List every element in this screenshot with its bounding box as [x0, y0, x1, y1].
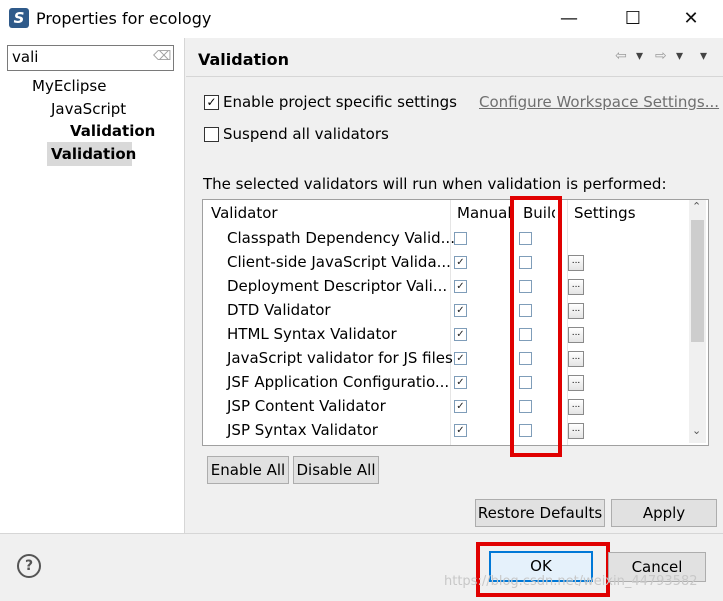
- manual-checkbox[interactable]: ✓: [454, 376, 467, 389]
- build-column-highlight-box: [510, 196, 562, 457]
- minimize-button[interactable]: —: [546, 4, 592, 34]
- manual-checkbox[interactable]: [454, 232, 467, 245]
- validator-name: HTML Syntax Validator: [227, 325, 397, 343]
- manual-checkbox[interactable]: ✓: [454, 424, 467, 437]
- manual-checkbox[interactable]: ✓: [454, 256, 467, 269]
- watermark: https://blog.csdn.net/weixin_44793582: [444, 574, 698, 589]
- tree-item-myeclipse[interactable]: MyEclipse: [32, 77, 106, 95]
- settings-button[interactable]: ...: [568, 327, 584, 343]
- validator-name: Deployment Descriptor Vali...: [227, 277, 448, 295]
- table-row[interactable]: Client-side JavaScript Valida... ✓...: [203, 250, 690, 274]
- window-title: Properties for ecology: [36, 9, 212, 28]
- manual-checkbox[interactable]: ✓: [454, 280, 467, 293]
- clear-filter-icon[interactable]: ⌫: [153, 49, 171, 65]
- page-title: Validation: [198, 50, 290, 69]
- table-row[interactable]: JSF Application Configuratio... ✓...: [203, 370, 690, 394]
- suspend-all-label: Suspend all validators: [223, 125, 389, 143]
- tree-item-validation[interactable]: Validation: [51, 145, 136, 163]
- validators-table[interactable]: Validator Manual Build Settings Classpat…: [202, 199, 709, 446]
- validator-name: Classpath Dependency Valid...: [227, 229, 455, 247]
- manual-checkbox[interactable]: ✓: [454, 328, 467, 341]
- validator-name: DTD Validator: [227, 301, 331, 319]
- filter-text: vali: [12, 48, 39, 66]
- table-row[interactable]: Deployment Descriptor Vali... ✓...: [203, 274, 690, 298]
- scroll-up-icon[interactable]: ⌃: [692, 200, 701, 213]
- table-row[interactable]: JavaScript validator for JS files ✓...: [203, 346, 690, 370]
- back-arrow-icon[interactable]: ⇦: [615, 48, 627, 64]
- header-validator[interactable]: Validator: [211, 204, 278, 222]
- table-row[interactable]: JSP Syntax Validator ✓...: [203, 418, 690, 442]
- view-menu-icon[interactable]: ▾: [700, 48, 707, 64]
- apply-button[interactable]: Apply: [611, 499, 717, 527]
- validators-description: The selected validators will run when va…: [203, 175, 667, 193]
- back-menu-icon[interactable]: ▾: [636, 48, 643, 64]
- tree-item-javascript-validation[interactable]: Validation: [70, 122, 155, 140]
- header-settings[interactable]: Settings: [574, 204, 636, 222]
- manual-checkbox[interactable]: ✓: [454, 352, 467, 365]
- close-button[interactable]: ✕: [668, 4, 714, 34]
- enable-specific-label: Enable project specific settings: [223, 93, 457, 111]
- table-scrollbar[interactable]: ⌃ ⌄: [689, 200, 706, 443]
- scroll-down-icon[interactable]: ⌄: [692, 424, 701, 437]
- settings-button[interactable]: ...: [568, 255, 584, 271]
- filter-input[interactable]: vali ⌫: [7, 45, 174, 71]
- footer-divider: [0, 533, 723, 534]
- settings-button[interactable]: ...: [568, 399, 584, 415]
- validator-name: JSP Syntax Validator: [227, 421, 378, 439]
- app-icon: S: [9, 8, 29, 28]
- settings-button[interactable]: ...: [568, 351, 584, 367]
- title-bar: S Properties for ecology — ☐ ✕: [0, 0, 723, 38]
- manual-checkbox[interactable]: ✓: [454, 304, 467, 317]
- enable-all-button[interactable]: Enable All: [207, 456, 289, 484]
- manual-checkbox[interactable]: ✓: [454, 400, 467, 413]
- table-row[interactable]: DTD Validator ✓...: [203, 298, 690, 322]
- settings-button[interactable]: ...: [568, 303, 584, 319]
- forward-arrow-icon[interactable]: ⇨: [655, 48, 667, 64]
- settings-button[interactable]: ...: [568, 375, 584, 391]
- restore-defaults-button[interactable]: Restore Defaults: [475, 499, 605, 527]
- maximize-button[interactable]: ☐: [610, 4, 656, 34]
- configure-workspace-link[interactable]: Configure Workspace Settings...: [479, 93, 719, 111]
- table-row[interactable]: HTML Syntax Validator ✓...: [203, 322, 690, 346]
- header-manual[interactable]: Manual: [457, 204, 512, 222]
- title-divider: [186, 76, 723, 77]
- validator-name: Client-side JavaScript Valida...: [227, 253, 451, 271]
- scroll-thumb[interactable]: [691, 220, 704, 342]
- settings-button[interactable]: ...: [568, 423, 584, 439]
- suspend-all-checkbox[interactable]: [204, 127, 219, 142]
- enable-specific-checkbox[interactable]: ✓: [204, 95, 219, 110]
- validator-name: JSP Content Validator: [227, 397, 386, 415]
- settings-button[interactable]: ...: [568, 279, 584, 295]
- validator-name: JSF Application Configuratio...: [227, 373, 450, 391]
- help-icon[interactable]: ?: [17, 554, 41, 578]
- tree-item-javascript[interactable]: JavaScript: [51, 100, 126, 118]
- disable-all-button[interactable]: Disable All: [293, 456, 379, 484]
- table-row[interactable]: JSP Content Validator ✓...: [203, 394, 690, 418]
- validator-name: JavaScript validator for JS files: [227, 349, 453, 367]
- table-row[interactable]: Classpath Dependency Valid...: [203, 226, 690, 250]
- forward-menu-icon[interactable]: ▾: [676, 48, 683, 64]
